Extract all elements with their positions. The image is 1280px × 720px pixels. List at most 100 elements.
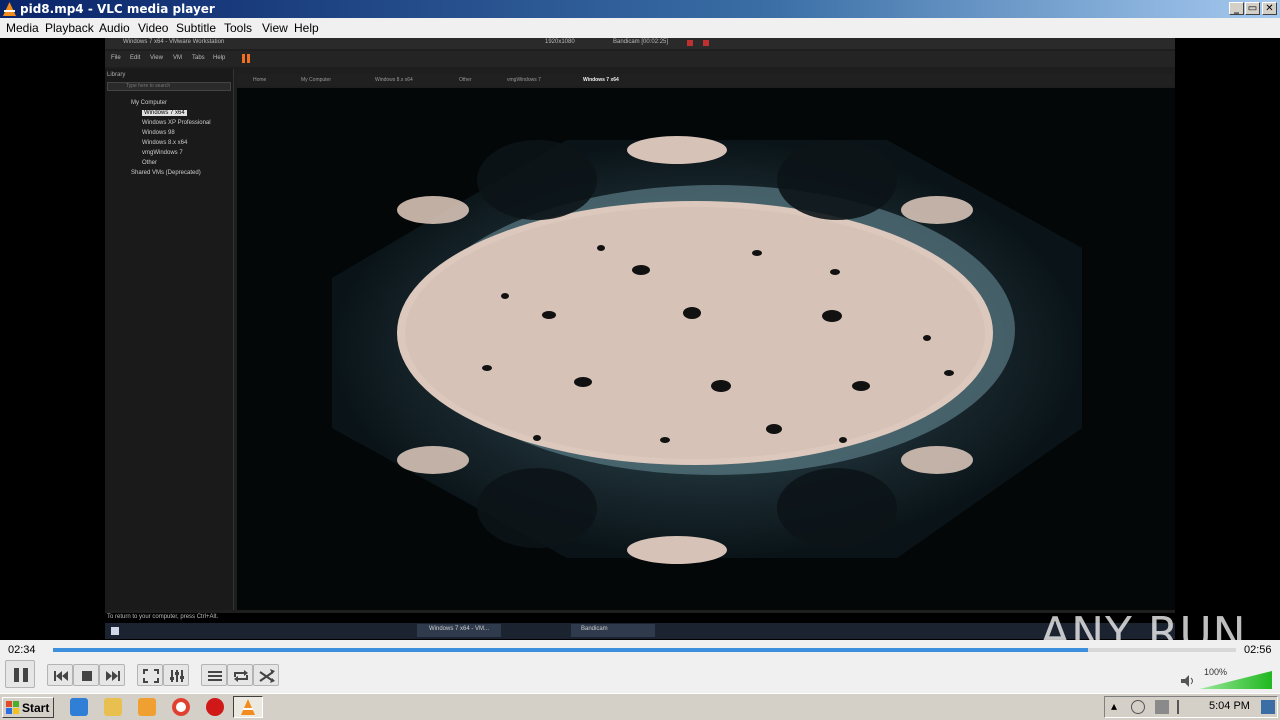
vlc-icon bbox=[241, 699, 255, 715]
library-root: My Computer bbox=[131, 100, 168, 106]
volume-fill bbox=[1200, 671, 1272, 689]
fractal-image bbox=[332, 136, 1082, 564]
os-taskbar: Start ▴ 5:04 PM bbox=[0, 693, 1280, 720]
vlc-taskbar-button[interactable] bbox=[233, 696, 263, 718]
library-item: Windows 98 bbox=[142, 130, 175, 136]
shuffle-icon bbox=[259, 669, 275, 683]
vmware-title: Windows 7 x64 - VMware Workstation bbox=[123, 39, 225, 45]
vm-menu-view: View bbox=[150, 55, 163, 61]
seek-bar[interactable] bbox=[53, 648, 1236, 652]
library-title: Library bbox=[107, 72, 126, 78]
library-item: Windows 7 x64 bbox=[142, 110, 187, 116]
ie-icon[interactable] bbox=[70, 698, 88, 716]
seek-bar-fill bbox=[53, 648, 1089, 652]
guest-taskbar-label: Bandicam bbox=[581, 626, 608, 632]
next-icon bbox=[106, 671, 120, 681]
maximize-button[interactable]: ▭ bbox=[1245, 2, 1260, 15]
library-shared: Shared VMs (Deprecated) bbox=[131, 170, 201, 176]
vm-tab-active: Windows 7 x64 bbox=[583, 77, 619, 83]
equalizer-icon bbox=[170, 670, 184, 682]
action-center-flag-icon[interactable] bbox=[1177, 700, 1189, 714]
vlc-icon bbox=[3, 2, 16, 16]
library-item: Windows 8.x x64 bbox=[142, 140, 188, 146]
vmware-toolbar: File Edit View VM Tabs Help bbox=[105, 51, 1175, 67]
library-item: Other bbox=[142, 160, 158, 166]
vm-menu-tabs: Tabs bbox=[192, 55, 205, 61]
playlist-button[interactable] bbox=[201, 664, 227, 686]
pause-vm-icon bbox=[242, 54, 245, 63]
guest-taskbar: Windows 7 x64 - VM... Bandicam bbox=[105, 623, 1175, 639]
menu-bar: Media Playback Audio Video Subtitle Tool… bbox=[0, 18, 1280, 38]
next-button[interactable] bbox=[99, 664, 125, 686]
show-hidden-icons-icon[interactable]: ▴ bbox=[1111, 699, 1117, 713]
stop-icon bbox=[82, 671, 92, 681]
library-search-text: Type here to search bbox=[126, 83, 171, 89]
pause-button[interactable] bbox=[5, 660, 35, 688]
close-button[interactable]: ✕ bbox=[1262, 2, 1277, 15]
title-bar: pid8.mp4 - VLC media player _ ▭ ✕ bbox=[0, 0, 1280, 18]
vm-tab: Home bbox=[253, 77, 267, 83]
start-button[interactable]: Start bbox=[2, 697, 54, 718]
menu-help[interactable]: Help bbox=[294, 21, 319, 35]
guest-start-icon bbox=[111, 627, 119, 635]
show-desktop-icon[interactable] bbox=[1261, 700, 1275, 714]
vm-menu-vm: VM bbox=[173, 55, 182, 61]
vmware-library-pane: Library Type here to search My Computer … bbox=[105, 69, 234, 610]
menu-video[interactable]: Video bbox=[138, 21, 168, 35]
menu-view[interactable]: View bbox=[262, 21, 288, 35]
loop-icon bbox=[234, 670, 248, 682]
network-icon[interactable] bbox=[1155, 700, 1169, 714]
extended-settings-button[interactable] bbox=[163, 664, 189, 686]
record-icon bbox=[687, 40, 693, 46]
loop-button[interactable] bbox=[227, 664, 253, 686]
vmware-status-text: To return to your computer, press Ctrl+A… bbox=[107, 614, 219, 620]
stop-button[interactable] bbox=[73, 664, 99, 686]
menu-tools[interactable]: Tools bbox=[224, 21, 252, 35]
menu-playback[interactable]: Playback bbox=[45, 21, 94, 35]
menu-audio[interactable]: Audio bbox=[99, 21, 130, 35]
vm-tab: Other bbox=[459, 77, 472, 83]
chrome-icon[interactable] bbox=[172, 698, 190, 716]
stop-record-icon bbox=[703, 40, 709, 46]
opera-icon[interactable] bbox=[206, 698, 224, 716]
player-controls: 02:34 02:56 100% bbox=[0, 640, 1280, 693]
speaker-icon[interactable] bbox=[1179, 673, 1195, 689]
vm-menu-file: File bbox=[111, 55, 121, 61]
vm-guest-display bbox=[237, 88, 1175, 610]
previous-button[interactable] bbox=[47, 664, 73, 686]
vm-menu-edit: Edit bbox=[130, 55, 141, 61]
previous-icon bbox=[54, 671, 68, 681]
vm-tab: My Computer bbox=[301, 77, 332, 83]
total-time: 02:56 bbox=[1244, 644, 1272, 656]
fullscreen-button[interactable] bbox=[137, 664, 163, 686]
vmware-tab-strip: Home My Computer Windows 8.x x64 Other v… bbox=[237, 74, 1173, 86]
media-player-icon[interactable] bbox=[138, 698, 156, 716]
library-item: vmgWindows 7 bbox=[142, 150, 183, 156]
menu-subtitle[interactable]: Subtitle bbox=[176, 21, 216, 35]
recorder-resolution: 1920x1080 bbox=[545, 39, 575, 45]
video-area[interactable]: Windows 7 x64 - VMware Workstation 1920x… bbox=[0, 38, 1280, 640]
start-label: Start bbox=[22, 701, 50, 715]
window-title: pid8.mp4 - VLC media player bbox=[20, 2, 215, 16]
vmware-title-bar: Windows 7 x64 - VMware Workstation 1920x… bbox=[105, 38, 1175, 49]
shuffle-button[interactable] bbox=[253, 664, 279, 686]
volume-slider[interactable] bbox=[1200, 670, 1274, 690]
windows-logo-icon bbox=[6, 701, 19, 714]
fullscreen-icon bbox=[143, 669, 159, 683]
guest-taskbar-label: Windows 7 x64 - VM... bbox=[429, 626, 490, 632]
speaker-tray-icon[interactable] bbox=[1131, 700, 1145, 714]
video-frame-vmware-window: Windows 7 x64 - VMware Workstation 1920x… bbox=[105, 38, 1175, 620]
vm-tab: Windows 8.x x64 bbox=[375, 77, 413, 83]
minimize-button[interactable]: _ bbox=[1229, 2, 1244, 15]
pause-icon bbox=[14, 668, 28, 682]
vm-tab: vmgWindows 7 bbox=[507, 77, 541, 83]
clock[interactable]: 5:04 PM bbox=[1209, 700, 1250, 712]
menu-media[interactable]: Media bbox=[6, 21, 39, 35]
vm-menu-help: Help bbox=[213, 55, 226, 61]
library-item: Windows XP Professional bbox=[142, 120, 211, 126]
folder-icon[interactable] bbox=[104, 698, 122, 716]
elapsed-time: 02:34 bbox=[8, 644, 36, 656]
library-search-box: Type here to search bbox=[107, 82, 231, 91]
playlist-icon bbox=[208, 671, 222, 681]
pause-vm-icon-bar bbox=[247, 54, 250, 63]
